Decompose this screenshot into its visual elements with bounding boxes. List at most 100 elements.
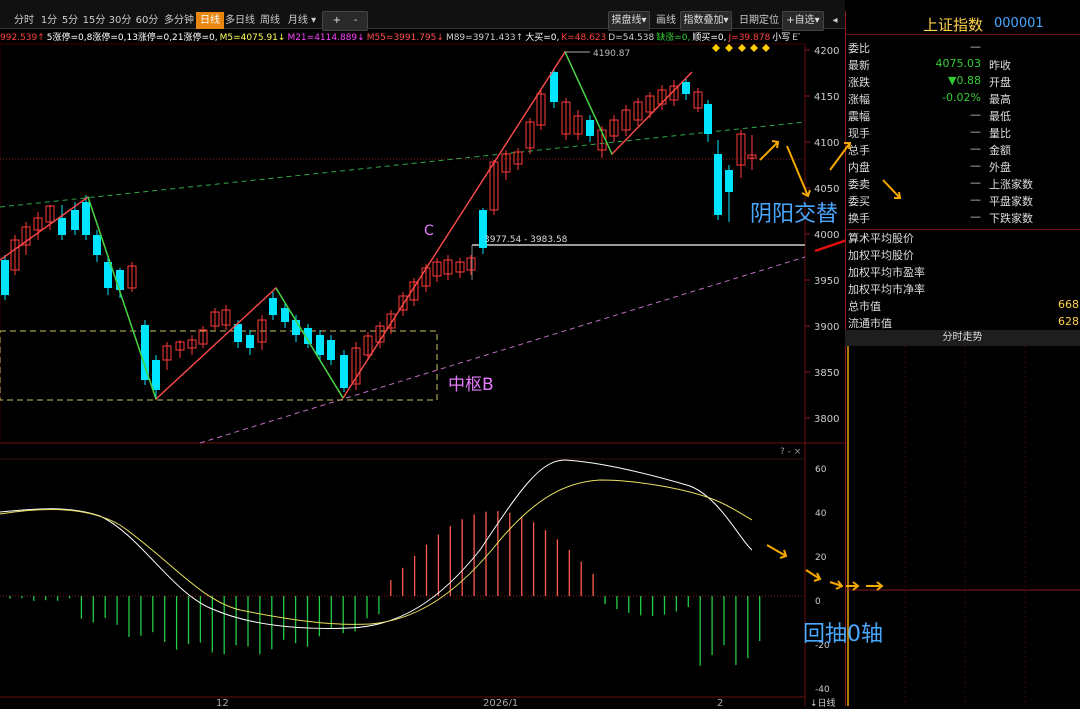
quote-label-2: 开盘 — [989, 74, 1011, 90]
quote-value: — — [970, 40, 981, 53]
price-tick-label: 4100 — [814, 138, 839, 149]
quote-value: — — [970, 210, 981, 223]
watchlist-label: +自选 — [786, 15, 814, 26]
candle-body-down — [682, 82, 690, 94]
period-tab-multi-min[interactable]: 多分钟 — [160, 12, 198, 29]
candle-body-down — [281, 308, 289, 322]
panel-controls: ? - × — [780, 447, 801, 457]
price-panel-frame — [0, 44, 805, 443]
range-value-label: 3977.54 - 3983.58 — [484, 235, 568, 245]
date-label-12: 12 — [216, 698, 229, 706]
stat-value: 628 — [1058, 315, 1079, 328]
price-tick-label: 3850 — [814, 368, 839, 379]
quote-label: 涨跌 — [848, 74, 870, 90]
stat-value: 668 — [1058, 298, 1079, 311]
quote-label: 内盘 — [848, 159, 870, 175]
zigzag-down-1 — [88, 197, 156, 399]
quote-label-2: 量比 — [989, 125, 1011, 141]
diamond-markers — [712, 44, 770, 52]
quote-label-2: 最高 — [989, 91, 1011, 107]
kline-chart[interactable]: 4200 4150 4100 4050 4000 3950 3900 3850 3800 60 4… — [0, 30, 845, 706]
quote-label-2: 下跌家数 — [989, 210, 1033, 226]
candle-body-down — [152, 360, 160, 390]
drawing-line-label: 摸盘线 — [611, 15, 641, 26]
quote-label-2: 金额 — [989, 142, 1011, 158]
candle-body-down — [1, 260, 9, 295]
collapse-icon[interactable]: ◂ — [826, 12, 844, 29]
quote-label: 委买 — [848, 193, 870, 209]
zhongshu-label: 中枢B — [448, 375, 494, 395]
quote-label: 震幅 — [848, 108, 870, 124]
date-locate-button[interactable]: 日期定位 — [735, 12, 783, 29]
mini-chart-header: 分时走势 — [845, 330, 1080, 346]
index-title: 上证指数 — [923, 14, 983, 35]
quote-label: 换手 — [848, 210, 870, 226]
candle-body-down — [714, 154, 722, 215]
zoom-control: + - — [322, 11, 368, 31]
drawing-line-dropdown[interactable]: 摸盘线▾ — [608, 11, 650, 31]
lower-trend-line — [200, 257, 805, 443]
period-tab-daily[interactable]: 日线 — [196, 12, 224, 29]
yinyang-annotation: 阴阳交替 — [750, 196, 838, 228]
quote-label: 总手 — [848, 142, 870, 158]
index-overlay-dropdown[interactable]: 指数叠加▾ — [680, 11, 732, 31]
candle-body-down — [116, 270, 124, 290]
quote-value: — — [970, 108, 981, 121]
macd-tick-label: 20 — [815, 553, 827, 563]
price-tick-label: 3900 — [814, 322, 839, 333]
candle-body-down — [550, 72, 558, 102]
candle-body-down — [93, 235, 101, 255]
quote-value: -0.02% — [942, 91, 981, 104]
period-toolbar: 分时 1分 5分 15分 30分 60分 多分钟 日线 多日线 周线 月线 ▾ … — [0, 0, 845, 29]
quote-label: 委卖 — [848, 176, 870, 192]
macd-dea-line — [0, 480, 752, 624]
draw-line-button[interactable]: 画线 — [652, 12, 680, 29]
candle-body-down — [71, 210, 79, 230]
candle-body-down — [704, 104, 712, 134]
candle-body-down — [327, 340, 335, 360]
candle-body-down — [340, 355, 348, 388]
price-tick-label: 4200 — [814, 46, 839, 57]
index-overlay-label: 指数叠加 — [683, 15, 723, 26]
candles-group — [1, 68, 756, 400]
candle-body-down — [246, 335, 254, 348]
stat-label: 总市值 — [848, 298, 881, 314]
c-label: C — [424, 223, 434, 239]
quote-label-2: 平盘家数 — [989, 193, 1033, 209]
zoom-out-button[interactable]: - — [354, 15, 358, 26]
period-tab-1min[interactable]: 1分 — [38, 12, 60, 29]
zigzag-down-3 — [565, 52, 612, 154]
period-tab-monthly[interactable]: 月线 ▾ — [282, 12, 322, 29]
candle-body-down — [141, 325, 149, 380]
candle-body-down — [58, 218, 66, 235]
quote-value: — — [970, 176, 981, 189]
price-axis: 420041504100405040003950390038503800 — [805, 46, 839, 425]
period-tab-weekly[interactable]: 周线 — [256, 12, 284, 29]
macd-tick-label: 60 — [815, 465, 827, 475]
price-tick-label: 3800 — [814, 414, 839, 425]
high-value-label: 4190.87 — [593, 49, 630, 59]
zoom-in-button[interactable]: + — [333, 15, 341, 26]
stat-label: 加权平均市净率 — [848, 281, 925, 297]
period-tab-fenshi[interactable]: 分时 — [8, 12, 40, 29]
period-tab-15min[interactable]: 15分 — [80, 12, 108, 29]
price-tick-label: 4150 — [814, 92, 839, 103]
stat-label: 加权平均股价 — [848, 247, 914, 263]
date-label-2: 2 — [717, 698, 723, 706]
quote-label-2: 上涨家数 — [989, 176, 1033, 192]
quote-label: 涨幅 — [848, 91, 870, 107]
quote-value: ▼0.88 — [948, 74, 981, 87]
zigzag-up-lines — [0, 52, 692, 399]
quote-label: 最新 — [848, 57, 870, 73]
mini-intraday-chart[interactable] — [845, 346, 1080, 706]
candle-body-down — [269, 298, 277, 315]
watchlist-dropdown[interactable]: +自选▾ — [782, 11, 824, 31]
period-tab-monthly-label: 月线 — [288, 15, 308, 26]
quote-value: — — [970, 193, 981, 206]
period-tab-multi-day[interactable]: 多日线 — [222, 12, 258, 29]
period-tab-30min[interactable]: 30分 — [106, 12, 134, 29]
period-tab-60min[interactable]: 60分 — [133, 12, 161, 29]
macd-tick-label: 40 — [815, 509, 827, 519]
quote-value: — — [970, 125, 981, 138]
period-tab-5min[interactable]: 5分 — [58, 12, 82, 29]
